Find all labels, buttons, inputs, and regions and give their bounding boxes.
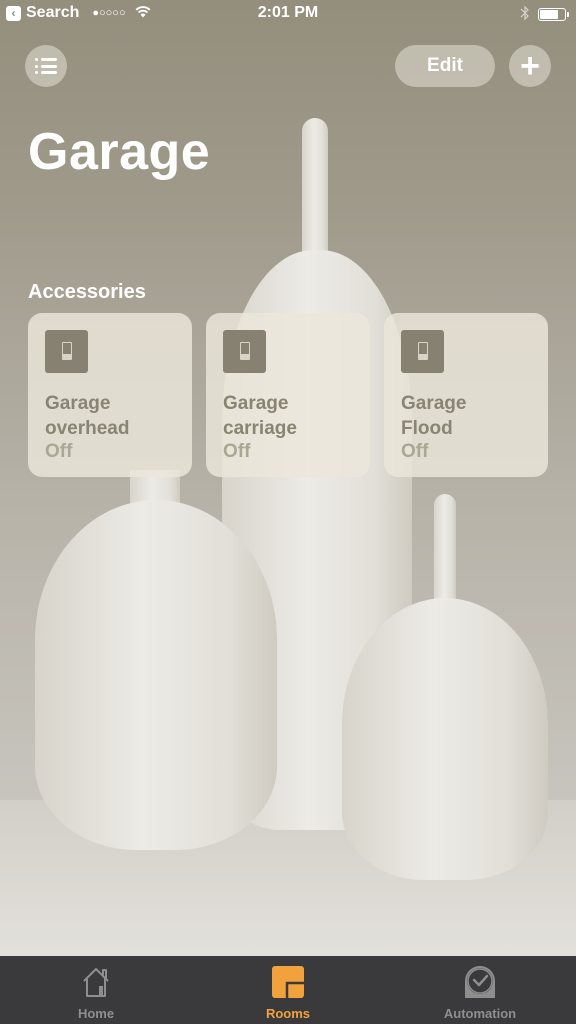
accessory-name: Garage overhead — [45, 393, 130, 439]
accessory-grid: Garage overhead Off Garage carriage Off … — [28, 313, 548, 477]
accessory-status: Off — [45, 441, 73, 462]
accessories-section-label: Accessories — [28, 281, 146, 303]
tab-label: Home — [77, 1006, 115, 1021]
bluetooth-icon — [520, 5, 530, 24]
add-button[interactable]: + — [509, 45, 551, 87]
room-title: Garage — [28, 123, 211, 181]
rooms-icon — [272, 966, 304, 998]
rooms-list-button[interactable] — [25, 45, 67, 87]
tab-label: Rooms — [265, 1006, 311, 1021]
accessory-tile-garage-overhead[interactable]: Garage overhead Off — [28, 313, 192, 477]
tab-automation[interactable]: Automation — [384, 956, 576, 1024]
tab-label: Automation — [443, 1006, 517, 1021]
light-switch-icon — [223, 330, 266, 373]
plus-icon: + — [520, 47, 540, 85]
vase — [35, 500, 277, 850]
vase — [342, 598, 548, 880]
accessory-status: Off — [401, 441, 429, 462]
tab-rooms[interactable]: Rooms — [192, 956, 384, 1024]
accessory-tile-garage-carriage[interactable]: Garage carriage Off — [206, 313, 370, 477]
light-switch-icon — [45, 330, 88, 373]
accessory-tile-garage-flood[interactable]: Garage Flood Off — [384, 313, 548, 477]
tab-home[interactable]: Home — [0, 956, 192, 1024]
status-bar: ‹ Search ●○○○○ 2:01 PM — [0, 0, 576, 28]
light-switch-icon — [401, 330, 444, 373]
accessory-name: Garage carriage — [223, 393, 297, 439]
accessory-name: Garage Flood — [401, 393, 467, 439]
battery-icon — [538, 8, 569, 21]
clock: 2:01 PM — [257, 4, 319, 21]
clock-icon — [465, 966, 495, 998]
house-icon — [83, 968, 109, 997]
list-icon — [35, 58, 57, 74]
accessory-status: Off — [223, 441, 251, 462]
edit-button[interactable]: Edit — [395, 45, 495, 87]
tab-bar: Home Rooms Automation — [0, 956, 576, 1024]
